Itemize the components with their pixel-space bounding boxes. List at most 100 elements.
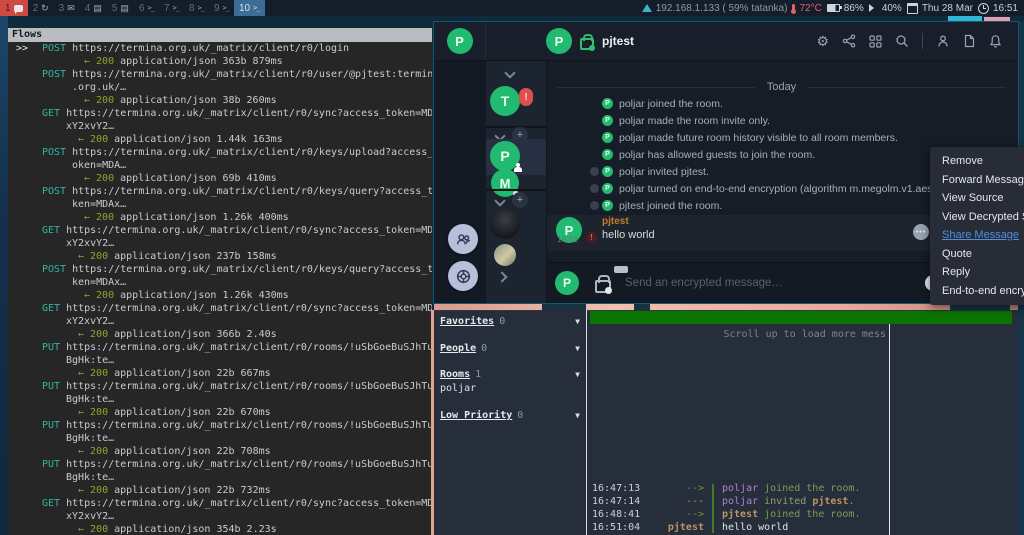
flow-row[interactable]: PUThttps://termina.org.uk/_matrix/client… xyxy=(8,419,432,458)
flow-row[interactable]: PUThttps://termina.org.uk/_matrix/client… xyxy=(8,341,432,380)
account-cell[interactable]: P xyxy=(434,22,486,60)
section-rooms[interactable]: Rooms1 ▼ xyxy=(440,369,580,383)
flow-response: application/json 69b 410ms xyxy=(120,173,277,184)
room-name: pjtest xyxy=(602,34,634,48)
flow-row[interactable]: POSThttps://termina.org.uk/_matrix/clien… xyxy=(8,68,432,107)
flow-url-wrap: ken=MDAx… xyxy=(42,276,432,289)
members-button[interactable] xyxy=(448,224,478,254)
chevron-down-icon[interactable] xyxy=(504,67,515,78)
workspace-icon xyxy=(41,4,49,13)
log-text: joined the room. xyxy=(758,483,860,494)
help-button[interactable] xyxy=(448,261,478,291)
event-avatar: P xyxy=(602,115,613,126)
section-people[interactable]: People 0 ▼ xyxy=(440,343,580,357)
workspace-button[interactable]: 1 xyxy=(0,0,28,16)
room-event: P poljar joined the room. xyxy=(547,95,1018,112)
flow-url-wrap: xY2xvY2… xyxy=(42,315,432,328)
menu-item[interactable]: View Source xyxy=(930,189,1024,208)
flow-row[interactable]: >>POSThttps://termina.org.uk/_matrix/cli… xyxy=(8,42,432,68)
date-divider-label: Today xyxy=(767,81,796,93)
flow-row[interactable]: GEThttps://termina.org.uk/_matrix/client… xyxy=(8,224,432,263)
mitmproxy-window: Flows >>POSThttps://termina.org.uk/_matr… xyxy=(8,28,432,535)
workspace-button[interactable]: 10 xyxy=(234,0,265,16)
section-count: 0 xyxy=(481,343,487,354)
log-text: . xyxy=(848,496,854,507)
battery-icon xyxy=(827,4,840,12)
flow-row[interactable]: POSThttps://termina.org.uk/_matrix/clien… xyxy=(8,185,432,224)
chevron-down-icon[interactable] xyxy=(494,195,505,206)
chevron-right-icon[interactable] xyxy=(496,271,507,282)
collapse-arrow-icon[interactable]: ▼ xyxy=(575,317,580,326)
workspace-button[interactable]: 9 xyxy=(209,0,234,16)
file-icon[interactable] xyxy=(963,34,976,48)
workspace-button[interactable]: 5 xyxy=(107,0,134,16)
add-room-button[interactable]: + xyxy=(512,192,528,208)
flow-row[interactable]: PUThttps://termina.org.uk/_matrix/client… xyxy=(8,458,432,497)
menu-item[interactable]: End-to-end encry xyxy=(930,282,1024,301)
share-icon[interactable] xyxy=(842,34,856,48)
flow-method: PUT xyxy=(42,420,60,431)
workspace-button[interactable]: 7 xyxy=(159,0,184,16)
log-nick: pjtest xyxy=(722,509,758,520)
flow-row[interactable]: POSThttps://termina.org.uk/_matrix/clien… xyxy=(8,263,432,302)
section-favorites[interactable]: Favorites0 ▼ xyxy=(440,316,580,330)
flow-row[interactable]: GEThttps://termina.org.uk/_matrix/client… xyxy=(8,107,432,146)
workspace-number: 1 xyxy=(5,3,11,14)
flow-url-wrap: xY2xvY2… xyxy=(42,120,432,133)
workspace-button[interactable]: 2 xyxy=(28,0,54,16)
log-line: 16:47:13 --> poljar joined the room. xyxy=(592,482,1012,495)
rail-avatar-photo[interactable] xyxy=(494,244,516,266)
flow-url-wrap: oken=MDA… xyxy=(42,159,432,172)
menu-item[interactable]: Reply xyxy=(930,263,1024,282)
speaker-icon xyxy=(869,4,878,12)
workspace-button[interactable]: 6 xyxy=(134,0,159,16)
flow-response: application/json 354b 2.23s xyxy=(114,524,277,535)
workspace-icon xyxy=(198,4,204,13)
account-avatar[interactable]: P xyxy=(447,28,473,54)
room-list-item[interactable]: poljar xyxy=(440,383,476,394)
workspace-button[interactable]: 3 xyxy=(54,0,80,16)
pane-divider[interactable] xyxy=(586,310,587,535)
menu-item[interactable]: Remove xyxy=(930,152,1024,171)
flow-status: ← 200 xyxy=(78,329,108,340)
workspace-button[interactable]: 8 xyxy=(184,0,209,16)
menu-item[interactable]: Share Message xyxy=(930,226,1024,245)
account-rail xyxy=(434,61,486,303)
flow-method: GET xyxy=(42,498,60,509)
flow-url: https://termina.org.uk/_matrix/client/r0… xyxy=(72,69,432,80)
rail-avatar-t[interactable]: T xyxy=(490,86,520,116)
menu-item[interactable]: Quote xyxy=(930,245,1024,264)
status-segments: 192.168.1.133 ( 59% tatanka) 72°C 86% 40… xyxy=(642,3,1024,14)
flow-row[interactable]: POSThttps://termina.org.uk/_matrix/clien… xyxy=(8,146,432,185)
section-low-priority[interactable]: Low Priority0 ▼ xyxy=(440,410,580,424)
flow-status: ← 200 xyxy=(78,524,108,535)
settings-gear-icon[interactable]: ⚙ xyxy=(816,34,829,48)
bell-icon[interactable] xyxy=(989,34,1002,48)
rail-avatar-p-selected[interactable]: P xyxy=(490,141,520,171)
flow-row[interactable]: PUThttps://termina.org.uk/_matrix/client… xyxy=(8,380,432,419)
message-input[interactable]: Send an encrypted message… xyxy=(625,277,925,289)
message-options-button[interactable]: ••• xyxy=(913,224,929,240)
flow-status: ← 200 xyxy=(78,485,108,496)
collapse-arrow-icon[interactable]: ▼ xyxy=(575,370,580,379)
workspace-button[interactable]: 4 xyxy=(80,0,107,16)
search-icon[interactable] xyxy=(895,34,909,48)
log-nick: poljar xyxy=(722,496,758,507)
time-segment: 16:51 xyxy=(978,3,1018,14)
flow-row[interactable]: GEThttps://termina.org.uk/_matrix/client… xyxy=(8,497,432,535)
collapse-arrow-icon[interactable]: ▼ xyxy=(575,411,580,420)
collapse-arrow-icon[interactable]: ▼ xyxy=(575,344,580,353)
flow-response: application/json 22b 670ms xyxy=(114,407,271,418)
section-name: People xyxy=(440,343,476,354)
menu-item[interactable]: View Decrypted S xyxy=(930,208,1024,227)
grid-apps-icon[interactable] xyxy=(869,35,882,48)
room-rail: T ! + P M + xyxy=(486,61,547,303)
workspace-number: 2 xyxy=(33,3,39,14)
flow-url: https://termina.org.uk/_matrix/client/r0… xyxy=(72,43,349,54)
flow-row[interactable]: GEThttps://termina.org.uk/_matrix/client… xyxy=(8,302,432,341)
menu-item[interactable]: Forward Message xyxy=(930,171,1024,190)
rail-avatar-image[interactable] xyxy=(490,209,520,239)
members-icon[interactable] xyxy=(936,34,950,48)
room-avatar[interactable]: P xyxy=(546,28,572,54)
workspace-icon xyxy=(93,4,102,13)
